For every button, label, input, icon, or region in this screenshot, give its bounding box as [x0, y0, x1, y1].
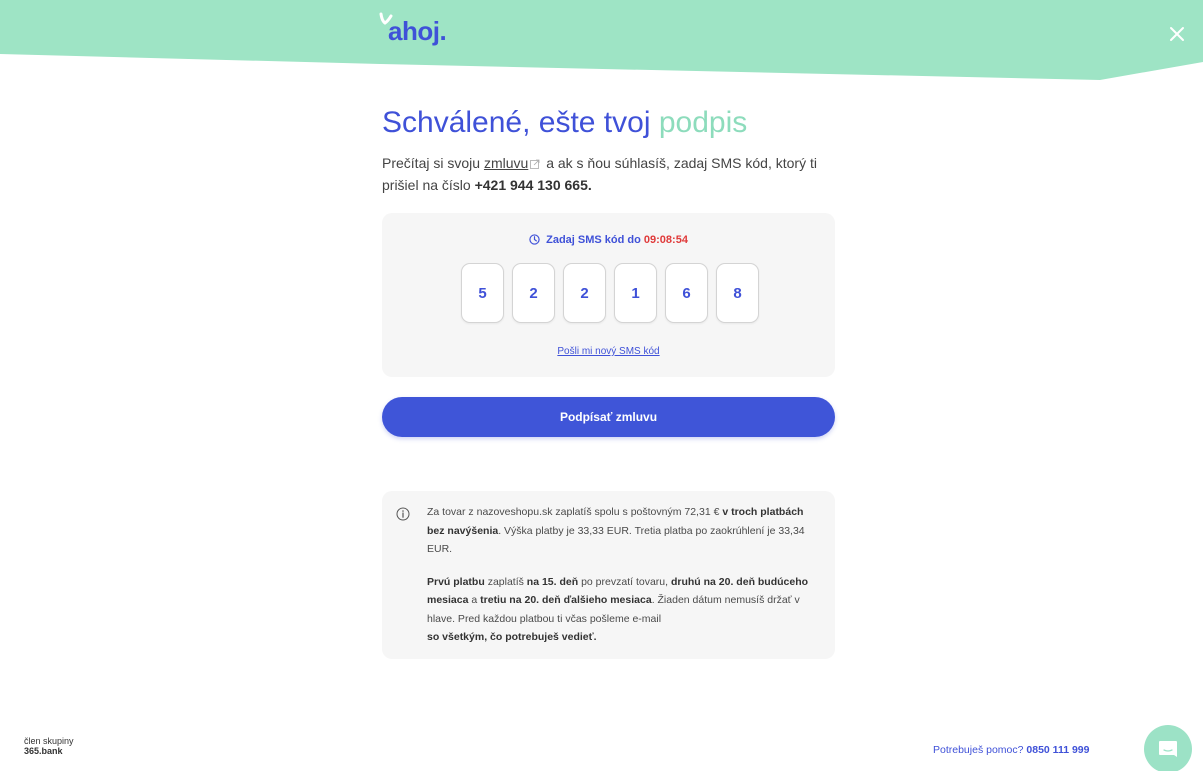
sms-digit-1[interactable]: 5: [461, 263, 504, 323]
ahoj-logo[interactable]: ahoj.: [379, 12, 447, 47]
external-link-icon: [530, 159, 540, 169]
sign-contract-button[interactable]: Podpísať zmluvu: [382, 397, 835, 437]
info-p2-g: tretiu na 20. deň ďalšieho mesiaca: [480, 594, 652, 606]
sms-digit-5[interactable]: 6: [665, 263, 708, 323]
help-contact: Potrebuješ pomoc? 0850 111 999: [933, 744, 1089, 756]
sms-code-card: Zadaj SMS kód do 09:08:54 5 2 2 1 6 8 Po…: [382, 213, 835, 377]
member-brand: 365.bank: [24, 746, 63, 756]
intro-before-link: Prečítaj si svoju: [382, 155, 481, 171]
chat-button[interactable]: [1144, 725, 1192, 771]
info-p2-f: a: [471, 594, 478, 606]
info-p2-c: na 15. deň: [526, 575, 579, 588]
logo-dot: .: [439, 16, 447, 46]
contract-link[interactable]: zmluvu: [484, 155, 528, 171]
resend-sms-link[interactable]: Pošli mi nový SMS kód: [382, 346, 835, 357]
timer-value: 09:08:54: [643, 234, 688, 246]
info-p2-b: zaplatíš: [487, 575, 524, 588]
payment-info-box: Za tovar z nazoveshopu.sk zaplatíš spolu…: [382, 491, 835, 659]
page: ahoj. Schválené, ešte tvoj podpis Prečít…: [0, 0, 1203, 771]
sms-digit-2[interactable]: 2: [512, 263, 555, 323]
page-title: Schválené, ešte tvoj podpis: [382, 106, 747, 140]
sms-digit-4[interactable]: 1: [614, 263, 657, 323]
timer-label: Zadaj SMS kód do: [546, 234, 641, 246]
info-paragraph-1: Za tovar z nazoveshopu.sk zaplatíš spolu…: [427, 503, 822, 559]
info-p2-i: so všetkým, čo potrebuješ vedieť.: [427, 631, 597, 643]
phone-number: +421 944 130 665.: [474, 177, 592, 193]
sms-digit-3[interactable]: 2: [563, 263, 606, 323]
chat-icon: [1159, 741, 1177, 757]
header-band: [0, 0, 1203, 80]
group-member-label: člen skupiny 365.bank: [24, 736, 74, 756]
help-phone-link[interactable]: 0850 111 999: [1026, 744, 1089, 756]
info-p2-a: Prvú platbu: [427, 575, 485, 588]
sms-digit-6[interactable]: 8: [716, 263, 759, 323]
help-label: Potrebuješ pomoc?: [933, 744, 1024, 756]
info-paragraph-2: Prvú platbu zaplatíš na 15. deň po prevz…: [427, 573, 822, 647]
title-main: Schválené, ešte tvoj: [382, 106, 651, 139]
info-p1-a: Za tovar z nazoveshopu.sk zaplatíš spolu…: [427, 506, 720, 518]
sms-timer: Zadaj SMS kód do 09:08:54: [382, 234, 835, 246]
title-accent: podpis: [658, 106, 748, 139]
info-p2-d: po prevzatí tovaru,: [581, 575, 669, 588]
payment-info-text: Za tovar z nazoveshopu.sk zaplatíš spolu…: [427, 503, 822, 647]
logo-tick-icon: [379, 12, 393, 25]
member-label: člen skupiny: [24, 736, 74, 746]
intro-text: Prečítaj si svoju zmluvu a ak s ňou súhl…: [382, 152, 842, 196]
sms-code-inputs: 5 2 2 1 6 8: [461, 263, 759, 323]
info-icon: [396, 507, 410, 521]
close-icon[interactable]: [1166, 23, 1188, 45]
clock-icon: [529, 234, 540, 245]
